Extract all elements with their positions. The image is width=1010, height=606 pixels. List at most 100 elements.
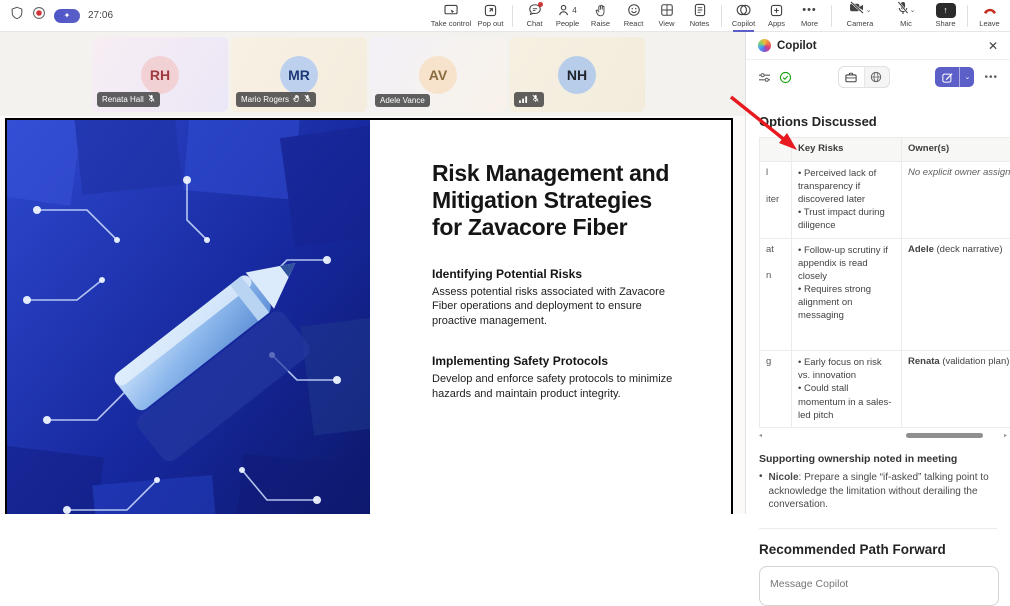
- recommended-path-heading: Recommended Path Forward: [759, 542, 1010, 557]
- filter-icon[interactable]: [758, 72, 771, 83]
- mic-off-icon: [304, 94, 311, 105]
- react-icon: [627, 3, 641, 18]
- options-discussed-heading: Options Discussed: [759, 114, 1010, 129]
- shared-slide: Risk Management and Mitigation Strategie…: [5, 118, 733, 514]
- options-table-viewport: Key Risks Owner(s) liter • Perceived lac…: [759, 137, 1010, 428]
- options-table: Key Risks Owner(s) liter • Perceived lac…: [759, 137, 1010, 428]
- participant-tile[interactable]: NH: [509, 37, 645, 112]
- leave-button[interactable]: Leave: [973, 0, 1006, 32]
- participant-name-badge: Adele Vance: [375, 94, 430, 107]
- apps-icon: [770, 3, 783, 18]
- avatar: AV: [419, 56, 457, 94]
- copilot-badge-icon: ✦: [54, 9, 80, 23]
- video-gallery-strip: RH Renata Hall MR Mario Rogers AV Adele …: [0, 32, 745, 116]
- camera-off-icon: [849, 1, 865, 19]
- take-control-icon: [444, 3, 459, 18]
- more-icon: •••: [802, 3, 817, 18]
- people-count: 4: [572, 6, 576, 15]
- mic-off-icon: [532, 94, 539, 105]
- supporting-ownership-heading: Supporting ownership noted in meeting: [759, 453, 1010, 465]
- pop-out-button[interactable]: Pop out: [474, 0, 507, 32]
- hand-raised-icon: [293, 94, 300, 105]
- work-scope-icon[interactable]: [839, 67, 864, 87]
- mic-off-icon: [897, 1, 909, 20]
- copilot-button[interactable]: Copilot: [727, 0, 760, 32]
- shield-check-icon: [779, 71, 792, 84]
- table-row: g • Early focus on risk vs. innovation• …: [760, 351, 1010, 428]
- key-risks-column-header: Key Risks: [792, 138, 902, 162]
- chat-notification-dot: [538, 2, 543, 7]
- copilot-panel: Copilot ✕ ⌄ ••• Options Discussed: [745, 32, 1010, 514]
- toolbar-divider: [721, 5, 722, 27]
- scroll-right-arrow-icon[interactable]: ▸: [999, 432, 1007, 439]
- scroll-left-arrow-icon[interactable]: ◂: [759, 432, 767, 439]
- avatar: NH: [558, 56, 596, 94]
- participant-tile[interactable]: AV Adele Vance: [370, 37, 506, 112]
- raise-hand-icon: [595, 3, 607, 18]
- chat-button[interactable]: Chat: [518, 0, 551, 32]
- camera-button[interactable]: ⌄ Camera: [837, 0, 883, 32]
- pop-out-icon: [484, 3, 497, 18]
- toolbar-divider: [512, 5, 513, 27]
- slide-artwork-image: [7, 120, 370, 514]
- copilot-message-input[interactable]: [770, 578, 988, 590]
- copilot-message-box[interactable]: [759, 566, 999, 606]
- avatar: MR: [280, 56, 318, 94]
- mic-button[interactable]: ⌄ Mic: [883, 0, 929, 32]
- signal-bars-icon: [519, 95, 528, 105]
- view-icon: [660, 3, 674, 18]
- shield-icon: [10, 6, 24, 25]
- slide-section-body: Assess potential risks associated with Z…: [432, 285, 684, 329]
- bullet-owner-name: Nicole: [769, 472, 799, 483]
- supporting-bullet: • Nicole: Prepare a single “if-asked” ta…: [759, 471, 1010, 512]
- participant-tile[interactable]: MR Mario Rogers: [231, 37, 367, 112]
- slide-section-heading: Identifying Potential Risks: [432, 267, 711, 281]
- participant-status-badge: [514, 92, 544, 107]
- compose-icon[interactable]: [935, 67, 959, 87]
- raise-hand-button[interactable]: Raise: [584, 0, 617, 32]
- people-button[interactable]: 4 People: [551, 0, 584, 32]
- mic-dropdown-chevron-icon[interactable]: ⌄: [910, 6, 916, 14]
- table-row: liter • Perceived lack of transparency i…: [760, 162, 1010, 239]
- table-horizontal-scrollbar[interactable]: ◂ ▸: [759, 431, 1007, 441]
- more-button[interactable]: ••• More: [793, 0, 826, 32]
- table-row: atn • Follow-up scrutiny if appendix is …: [760, 238, 1010, 351]
- slide-title: Risk Management and Mitigation Strategie…: [432, 160, 682, 241]
- share-button[interactable]: ↑ Share: [929, 0, 962, 32]
- chevron-down-icon[interactable]: ⌄: [959, 67, 974, 87]
- view-button[interactable]: View: [650, 0, 683, 32]
- panel-more-icon[interactable]: •••: [984, 72, 998, 83]
- web-scope-icon[interactable]: [864, 67, 889, 87]
- slide-section-body: Develop and enforce safety protocols to …: [432, 372, 684, 401]
- participant-name-badge: Renata Hall: [97, 92, 160, 107]
- leave-call-icon: [982, 3, 998, 18]
- mic-off-icon: [148, 94, 155, 105]
- notes-button[interactable]: Notes: [683, 0, 716, 32]
- owners-column-header: Owner(s): [902, 138, 1010, 162]
- copilot-scope-toggle[interactable]: [838, 66, 890, 88]
- participant-tile[interactable]: RH Renata Hall: [92, 37, 228, 112]
- toolbar-divider: [831, 5, 832, 27]
- record-icon: [32, 6, 46, 25]
- toolbar-divider: [967, 5, 968, 27]
- copilot-logo-icon: [758, 39, 771, 52]
- meeting-timer: 27:06: [88, 10, 113, 21]
- slide-section-heading: Implementing Safety Protocols: [432, 354, 711, 368]
- people-icon: 4: [558, 3, 576, 18]
- avatar: RH: [141, 56, 179, 94]
- table-header-row: Key Risks Owner(s): [760, 138, 1010, 162]
- apps-button[interactable]: Apps: [760, 0, 793, 32]
- share-icon: ↑: [936, 3, 956, 18]
- participant-name-badge: Mario Rogers: [236, 92, 316, 107]
- notes-icon: [694, 3, 706, 18]
- scrollbar-thumb[interactable]: [906, 433, 983, 438]
- new-chat-split-button[interactable]: ⌄: [935, 67, 974, 87]
- shared-content-stage: Risk Management and Mitigation Strategie…: [0, 116, 745, 514]
- meeting-top-bar: ✦ 27:06 Take control Pop out Chat: [0, 0, 1010, 32]
- copilot-icon: [736, 3, 751, 18]
- camera-dropdown-chevron-icon[interactable]: ⌄: [866, 6, 872, 14]
- copilot-panel-title: Copilot: [777, 40, 817, 52]
- close-icon[interactable]: ✕: [988, 39, 998, 53]
- react-button[interactable]: React: [617, 0, 650, 32]
- take-control-button[interactable]: Take control: [428, 0, 474, 32]
